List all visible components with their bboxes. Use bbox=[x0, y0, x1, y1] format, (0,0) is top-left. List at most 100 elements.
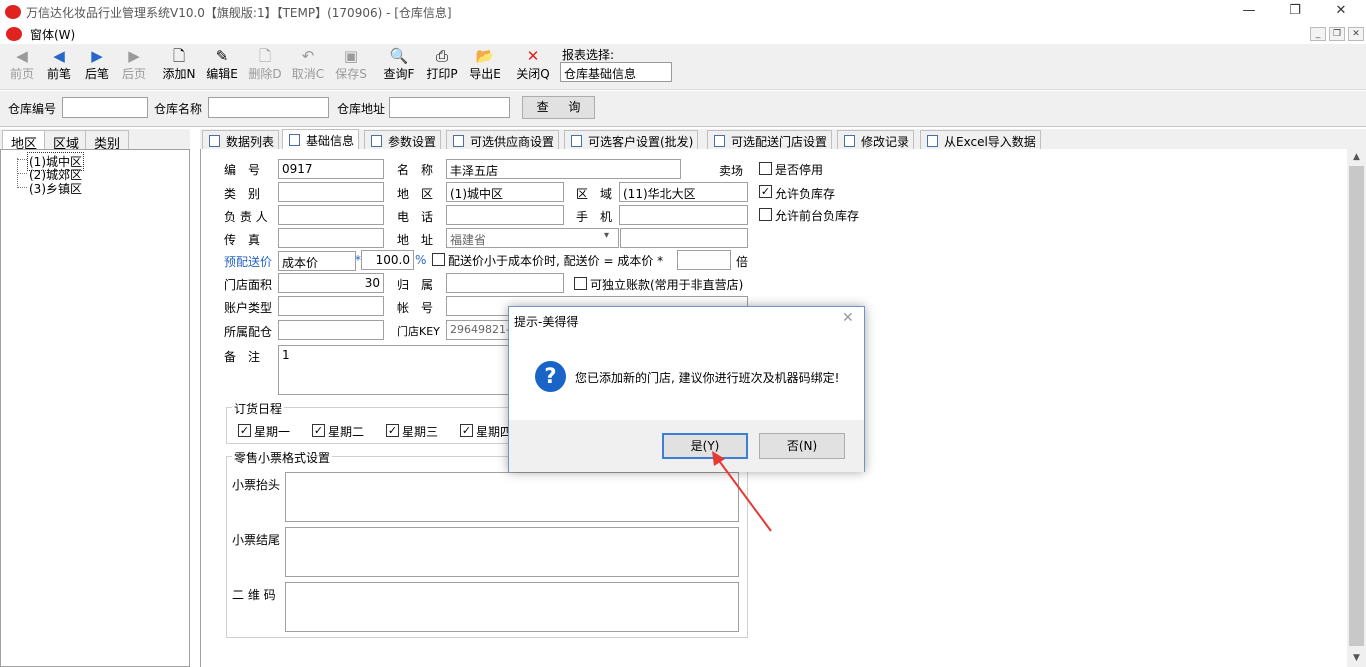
order-schedule-title: 订货日程 bbox=[232, 400, 285, 417]
mobile-label: 手 机 bbox=[576, 210, 613, 224]
toolbar-button-previous[interactable]: ◀ 前笔 bbox=[45, 46, 73, 88]
account-no-label: 帐 号 bbox=[397, 301, 434, 315]
district-field[interactable]: (1)城中区 bbox=[446, 182, 564, 202]
tuesday-label: 星期二 bbox=[328, 425, 365, 439]
report-select[interactable]: 仓库基础信息 bbox=[560, 62, 672, 82]
toolbar-button-close[interactable]: ✕ 关闭Q bbox=[516, 46, 550, 88]
close-icon[interactable]: ✕ bbox=[842, 310, 854, 326]
receipt-footer-label: 小票结尾 bbox=[232, 533, 281, 547]
toolbar-button-label: 编辑E bbox=[206, 67, 238, 81]
receipt-footer-field[interactable] bbox=[285, 527, 739, 577]
tab-customers[interactable]: 可选客户设置(批发) bbox=[564, 130, 699, 149]
tab-suppliers[interactable]: 可选供应商设置 bbox=[446, 130, 560, 149]
tab-basic-info[interactable]: 基础信息 bbox=[282, 129, 360, 150]
search-bar: 仓库编号 仓库名称 仓库地址 查 询 bbox=[0, 91, 1366, 127]
query-button[interactable]: 查 询 bbox=[522, 96, 595, 119]
thursday-checkbox[interactable]: ✓ bbox=[460, 424, 473, 437]
warehouse-field[interactable] bbox=[278, 320, 384, 340]
receipt-header-field[interactable] bbox=[285, 472, 739, 522]
mdi-restore-button[interactable]: ❐ bbox=[1329, 27, 1345, 41]
type-field[interactable] bbox=[278, 182, 384, 202]
toolbar-button-label: 关闭Q bbox=[516, 67, 550, 81]
phone-field[interactable] bbox=[446, 205, 564, 225]
toolbar-button-last-page[interactable]: ▶ 后页 bbox=[120, 46, 148, 88]
mdi-close-button[interactable]: ✕ bbox=[1348, 27, 1364, 41]
tab-category[interactable]: 类别 bbox=[85, 130, 130, 152]
manager-field[interactable] bbox=[278, 205, 384, 225]
tab-area[interactable]: 区域 bbox=[44, 130, 89, 152]
minimize-button[interactable]: — bbox=[1226, 0, 1272, 24]
warehouse-address-input[interactable] bbox=[389, 97, 510, 118]
confirm-dialog: 提示-美得得 ✕ ? 您已添加新的门店, 建议你进行班次及机器码绑定! 是(Y)… bbox=[508, 306, 865, 472]
remark-label: 备 注 bbox=[224, 350, 261, 364]
tab-delivery-stores[interactable]: 可选配送门店设置 bbox=[707, 130, 833, 149]
code-field[interactable]: 0917 bbox=[278, 159, 384, 179]
toolbar-button-edit[interactable]: ✎ 编辑E bbox=[205, 46, 239, 88]
tab-excel-import[interactable]: 从Excel导入数据 bbox=[920, 130, 1041, 149]
toolbar-button-add[interactable]: 🗋 添加N bbox=[162, 46, 196, 88]
store-area-label: 门店面积 bbox=[224, 278, 273, 292]
tab-change-log[interactable]: 修改记录 bbox=[837, 130, 915, 149]
tab-parameters[interactable]: 参数设置 bbox=[364, 130, 442, 149]
address-field[interactable] bbox=[620, 228, 748, 248]
tab-label: 可选供应商设置 bbox=[470, 135, 555, 149]
toolbar-button-query[interactable]: 🔍 查询F bbox=[382, 46, 416, 88]
toolbar-button-label: 后笔 bbox=[84, 67, 109, 81]
province-select[interactable]: 福建省 bbox=[446, 228, 619, 248]
window-title: 万信达化妆品行业管理系统V10.0【旗舰版:1】【TEMP】(170906) -… bbox=[26, 6, 452, 20]
tree-node-3[interactable]: (3)乡镇区 bbox=[29, 180, 82, 197]
scroll-up-icon[interactable]: ▲ bbox=[1347, 149, 1366, 166]
toolbar-button-next[interactable]: ▶ 后笔 bbox=[83, 46, 111, 88]
wednesday-checkbox[interactable]: ✓ bbox=[386, 424, 399, 437]
warehouse-name-input[interactable] bbox=[208, 97, 329, 118]
store-area-field[interactable]: 30 bbox=[278, 273, 384, 293]
toolbar-button-label: 前笔 bbox=[46, 67, 71, 81]
independent-account-checkbox[interactable] bbox=[574, 277, 587, 290]
export-icon: 📂 bbox=[475, 47, 495, 65]
menu-bar: 窗体(W) _ ❐ ✕ bbox=[0, 24, 1366, 44]
restore-button[interactable]: ❐ bbox=[1272, 0, 1318, 24]
no-button[interactable]: 否(N) bbox=[759, 433, 845, 459]
close-window-button[interactable]: ✕ bbox=[1318, 0, 1364, 24]
price-percent-field[interactable]: 100.0 bbox=[361, 250, 414, 270]
settings-icon bbox=[371, 135, 382, 147]
tab-data-list[interactable]: 数据列表 bbox=[202, 130, 280, 149]
tab-district[interactable]: 地区 bbox=[2, 130, 47, 152]
warehouse-code-input[interactable] bbox=[62, 97, 148, 118]
price-basis-select[interactable]: 成本价 bbox=[278, 251, 356, 271]
chevron-down-icon[interactable]: ▾ bbox=[604, 230, 609, 241]
scroll-down-icon[interactable]: ▼ bbox=[1347, 650, 1366, 667]
mdi-minimize-button[interactable]: _ bbox=[1310, 27, 1326, 41]
multiplier-field[interactable] bbox=[677, 250, 731, 270]
store-type-label: 卖场 bbox=[719, 164, 744, 178]
monday-checkbox[interactable]: ✓ bbox=[238, 424, 251, 437]
vertical-scrollbar[interactable]: ▲ ▼ bbox=[1347, 149, 1366, 667]
belong-field[interactable] bbox=[446, 273, 564, 293]
menu-window[interactable]: 窗体(W) bbox=[30, 26, 75, 43]
front-negative-checkbox[interactable] bbox=[759, 208, 772, 221]
list-icon bbox=[714, 135, 725, 147]
mobile-field[interactable] bbox=[619, 205, 748, 225]
toolbar-button-delete[interactable]: 🗋 删除D bbox=[248, 46, 282, 88]
tuesday-checkbox[interactable]: ✓ bbox=[312, 424, 325, 437]
below-cost-checkbox[interactable] bbox=[432, 253, 445, 266]
account-type-field[interactable] bbox=[278, 296, 384, 316]
toolbar-button-save[interactable]: ▣ 保存S bbox=[334, 46, 368, 88]
toolbar-button-first-page[interactable]: ◀ 前页 bbox=[8, 46, 36, 88]
fax-field[interactable] bbox=[278, 228, 384, 248]
scroll-thumb[interactable] bbox=[1349, 166, 1364, 646]
toolbar-button-label: 查询F bbox=[383, 67, 415, 81]
negative-stock-label: 允许负库存 bbox=[775, 187, 836, 201]
toolbar-button-label: 添加N bbox=[162, 67, 196, 81]
qrcode-field[interactable] bbox=[285, 582, 739, 632]
district-label: 地 区 bbox=[397, 187, 434, 201]
toolbar-button-undo[interactable]: ↶ 取消C bbox=[291, 46, 325, 88]
disabled-checkbox[interactable] bbox=[759, 162, 772, 175]
toolbar-button-export[interactable]: 📂 导出E bbox=[468, 46, 502, 88]
toolbar-button-print[interactable]: ⎙ 打印P bbox=[425, 46, 459, 88]
negative-stock-checkbox[interactable]: ✓ bbox=[759, 185, 772, 198]
yes-button[interactable]: 是(Y) bbox=[662, 433, 748, 459]
area-field[interactable]: (11)华北大区 bbox=[619, 182, 748, 202]
report-select-label: 报表选择: bbox=[562, 48, 615, 62]
name-field[interactable]: 丰泽五店 bbox=[446, 159, 681, 179]
